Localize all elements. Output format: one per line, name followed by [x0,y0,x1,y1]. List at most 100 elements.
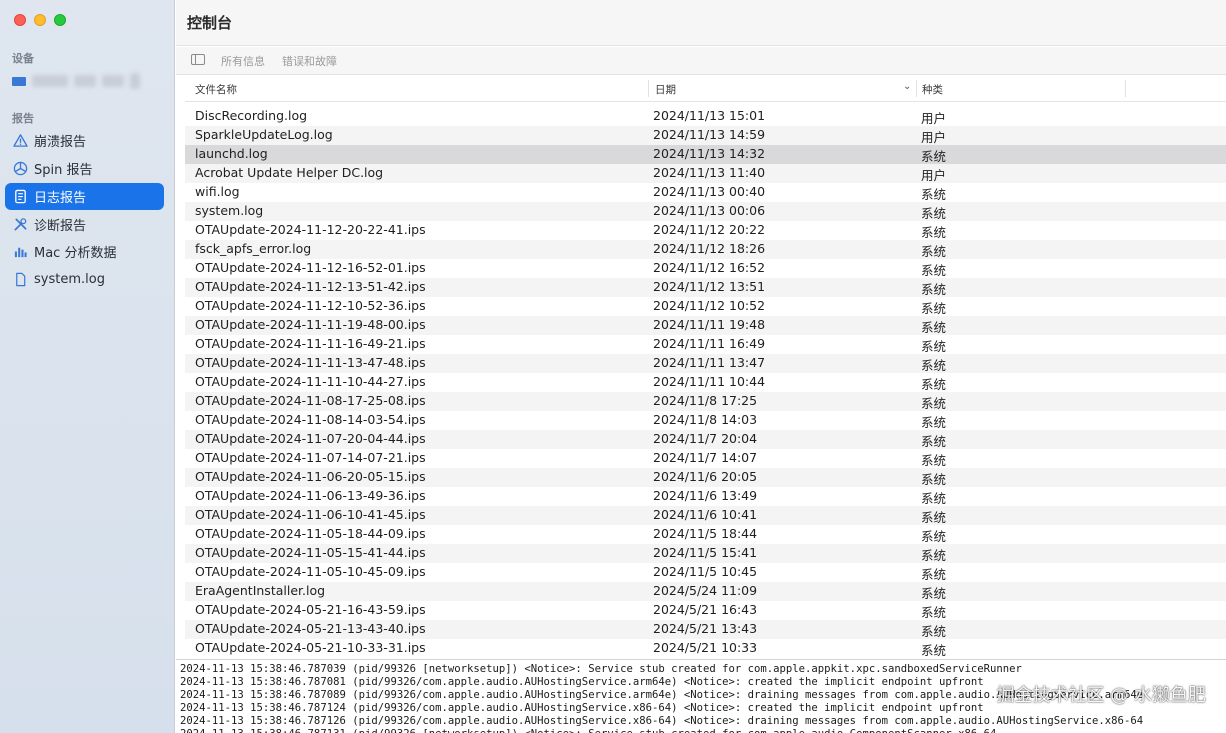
errors-and-faults-button[interactable]: 错误和故障 [282,53,337,69]
table-row[interactable]: wifi.log 2024/11/13 00:40 系统 [185,183,1226,202]
table-row[interactable]: OTAUpdate-2024-11-11-16-49-21.ips 2024/11… [185,335,1226,354]
table-row[interactable]: OTAUpdate-2024-11-11-19-48-00.ips 2024/11… [185,316,1226,335]
table-row[interactable]: OTAUpdate-2024-11-08-17-25-08.ips 2024/11… [185,392,1226,411]
table-row[interactable]: OTAUpdate-2024-11-12-16-52-01.ips 2024/11… [185,259,1226,278]
date-cell: 2024/11/8 17:25 [653,393,758,408]
sort-descending-icon: ⌄ [903,81,912,92]
table-row[interactable]: OTAUpdate-2024-11-06-13-49-36.ips 2024/11… [185,487,1226,506]
table-row[interactable]: OTAUpdate-2024-11-07-14-07-21.ips 2024/11… [185,449,1226,468]
date-cell: 2024/11/5 10:45 [653,564,758,579]
date-cell: 2024/11/13 00:40 [653,184,766,199]
date-cell: 2024/11/8 14:03 [653,412,758,427]
date-cell: 2024/11/6 13:49 [653,488,758,503]
sidebar-item-spin-reports[interactable]: Spin 报告 [5,155,164,182]
table-row[interactable]: OTAUpdate-2024-11-06-10-41-45.ips 2024/11… [185,506,1226,525]
table-row[interactable]: EraAgentInstaller.log 2024/5/24 11:09 系统 [185,582,1226,601]
table-header: 文件名称 日期 ⌄ 种类 [185,76,1226,102]
kind-cell: 用户 [921,130,947,145]
table-row[interactable]: OTAUpdate-2024-11-06-20-05-15.ips 2024/11… [185,468,1226,487]
file-name-cell: OTAUpdate-2024-11-07-20-04-44.ips [195,431,426,446]
sidebar-item-crash-reports[interactable]: 崩溃报告 [5,127,164,154]
kind-cell: 系统 [921,263,947,278]
date-cell: 2024/11/13 00:06 [653,203,766,218]
table-row[interactable]: OTAUpdate-2024-05-21-10-33-31.ips 2024/5/… [185,639,1226,658]
date-cell: 2024/11/7 20:04 [653,431,758,446]
table-row[interactable]: SparkleUpdateLog.log 2024/11/13 14:59 用户 [185,126,1226,145]
column-header-kind[interactable]: 种类 [922,82,943,97]
table-row[interactable]: OTAUpdate-2024-11-12-13-51-42.ips 2024/11… [185,278,1226,297]
sidebar-item-system-log[interactable]: system.log [5,266,164,293]
kind-cell: 系统 [921,377,947,392]
window-minimize-button[interactable] [34,14,46,26]
kind-cell: 用户 [921,168,947,183]
window-zoom-button[interactable] [54,14,66,26]
table-row[interactable]: Acrobat Update Helper DC.log 2024/11/13 1… [185,164,1226,183]
table-row[interactable]: OTAUpdate-2024-11-11-13-47-48.ips 2024/11… [185,354,1226,373]
column-divider[interactable] [916,80,917,97]
table-row[interactable]: OTAUpdate-2024-11-08-14-03-54.ips 2024/11… [185,411,1226,430]
table-row[interactable]: OTAUpdate-2024-05-21-16-43-59.ips 2024/5/… [185,601,1226,620]
file-name-cell: SparkleUpdateLog.log [195,127,333,142]
file-name-cell: OTAUpdate-2024-11-11-13-47-48.ips [195,355,426,370]
date-cell: 2024/11/12 13:51 [653,279,766,294]
date-cell: 2024/11/11 13:47 [653,355,766,370]
kind-cell: 系统 [921,586,947,601]
file-name-cell: launchd.log [195,146,268,161]
kind-cell: 系统 [921,396,947,411]
file-name-cell: OTAUpdate-2024-11-05-10-45-09.ips [195,564,426,579]
file-name-cell: OTAUpdate-2024-11-12-16-52-01.ips [195,260,426,275]
kind-cell: 系统 [921,187,947,202]
table-row[interactable]: OTAUpdate-2024-11-11-10-44-27.ips 2024/11… [185,373,1226,392]
file-name-cell: DiscRecording.log [195,108,308,123]
table-row[interactable]: fsck_apfs_error.log 2024/11/12 18:26 系统 [185,240,1226,259]
titlebar: 控制台 [176,0,1226,46]
sidebar-item-log-reports[interactable]: 日志报告 [5,183,164,210]
file-name-cell: OTAUpdate-2024-11-12-13-51-42.ips [195,279,426,294]
date-cell: 2024/5/24 11:09 [653,583,758,598]
kind-cell: 系统 [921,320,947,335]
sidebar-toggle-icon[interactable] [191,54,205,65]
kind-cell: 系统 [921,624,947,639]
date-cell: 2024/11/12 20:22 [653,222,766,237]
log-line: 2024-11-13 15:38:46.787131 (pid/99326 [n… [180,728,1226,733]
column-header-filename[interactable]: 文件名称 [195,82,237,97]
table-row[interactable]: DiscRecording.log 2024/11/13 15:01 用户 [185,107,1226,126]
file-name-cell: OTAUpdate-2024-11-11-16-49-21.ips [195,336,426,351]
file-name-cell: EraAgentInstaller.log [195,583,326,598]
reports-section-label: 报告 [12,112,34,125]
device-name-redacted [32,75,68,87]
sidebar-item-label: system.log [34,272,105,287]
file-name-cell: fsck_apfs_error.log [195,241,312,256]
column-divider[interactable] [1125,80,1126,97]
sidebar-item-mac-analytics[interactable]: Mac 分析数据 [5,238,164,265]
table-row[interactable]: system.log 2024/11/13 00:06 系统 [185,202,1226,221]
file-name-cell: OTAUpdate-2024-11-06-13-49-36.ips [195,488,426,503]
table-row[interactable]: OTAUpdate-2024-11-12-20-22-41.ips 2024/11… [185,221,1226,240]
date-cell: 2024/11/5 18:44 [653,526,758,541]
table-row[interactable]: OTAUpdate-2024-11-05-15-41-44.ips 2024/11… [185,544,1226,563]
window-close-button[interactable] [14,14,26,26]
sidebar-item-diagnostic-reports[interactable]: 诊断报告 [5,211,164,238]
file-name-cell: OTAUpdate-2024-11-06-10-41-45.ips [195,507,426,522]
column-header-date[interactable]: 日期 [655,82,676,97]
laptop-icon [12,77,26,86]
date-cell: 2024/11/13 14:32 [653,146,766,161]
file-name-cell: OTAUpdate-2024-05-21-13-43-40.ips [195,621,426,636]
table-row[interactable]: launchd.log 2024/11/13 14:32 系统 [185,145,1226,164]
column-divider[interactable] [648,80,649,97]
file-name-cell: OTAUpdate-2024-11-08-14-03-54.ips [195,412,426,427]
device-name-redacted [74,75,96,87]
table-row[interactable]: OTAUpdate-2024-05-21-13-43-40.ips 2024/5/… [185,620,1226,639]
kind-cell: 系统 [921,453,947,468]
device-name-redacted [130,73,140,89]
all-messages-button[interactable]: 所有信息 [221,53,265,69]
sidebar-device-item[interactable] [12,72,142,92]
table-row[interactable]: OTAUpdate-2024-11-05-10-45-09.ips 2024/11… [185,563,1226,582]
file-name-cell: OTAUpdate-2024-11-11-10-44-27.ips [195,374,426,389]
table-row[interactable]: OTAUpdate-2024-11-12-10-52-36.ips 2024/11… [185,297,1226,316]
file-name-cell: OTAUpdate-2024-11-08-17-25-08.ips [195,393,426,408]
kind-cell: 系统 [921,491,947,506]
file-name-cell: OTAUpdate-2024-11-12-20-22-41.ips [195,222,426,237]
table-row[interactable]: OTAUpdate-2024-11-05-18-44-09.ips 2024/11… [185,525,1226,544]
table-row[interactable]: OTAUpdate-2024-11-07-20-04-44.ips 2024/11… [185,430,1226,449]
